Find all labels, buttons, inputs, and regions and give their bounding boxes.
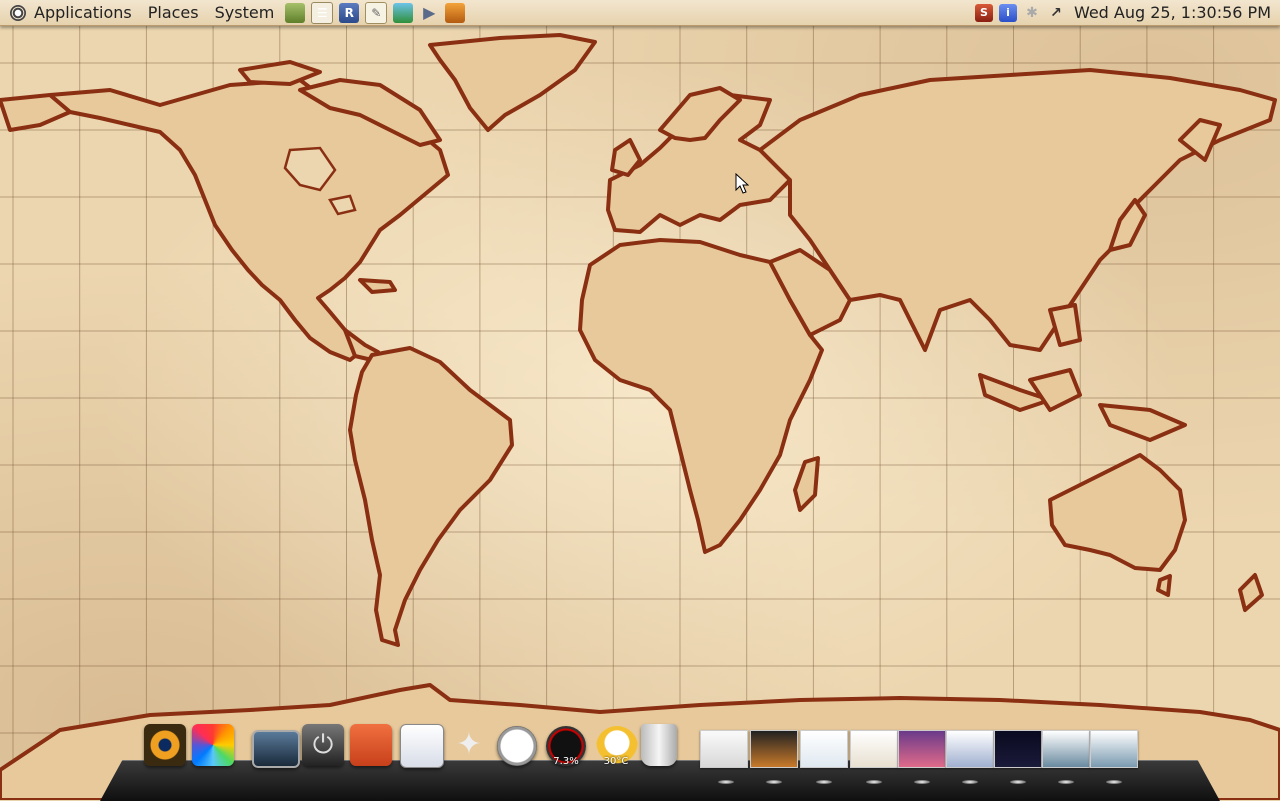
menu-system[interactable]: System (207, 0, 283, 25)
writer-icon[interactable] (400, 724, 444, 768)
info-icon[interactable]: i (998, 3, 1017, 22)
mail-crane-icon[interactable]: ✦ (448, 724, 490, 766)
desktop-icon[interactable] (252, 730, 300, 768)
notes-icon[interactable]: ☰ (311, 1, 334, 24)
camera-icon[interactable] (445, 2, 466, 23)
south-america (348, 346, 514, 647)
window-thumbnail[interactable] (946, 730, 994, 768)
window-thumbnail[interactable] (1042, 730, 1090, 768)
top-panel: Applications Places System ☰ R ✎ ▶ S i ✱… (0, 0, 1280, 26)
greenland (428, 33, 597, 132)
play-icon[interactable]: ▶ (419, 3, 439, 23)
r-icon[interactable]: R (339, 2, 360, 23)
finder-eye-icon[interactable] (144, 724, 186, 766)
text-editor-icon[interactable]: ✎ (365, 1, 388, 24)
new-zealand (1238, 573, 1264, 612)
trash-icon[interactable] (641, 724, 677, 766)
window-thumbnail[interactable] (994, 730, 1042, 768)
window-thumbnail[interactable] (750, 730, 798, 768)
madagascar (793, 456, 820, 512)
window-thumbnail[interactable] (800, 730, 848, 768)
weather-label: 30°C (603, 756, 629, 767)
network-icon[interactable] (393, 2, 414, 23)
book-icon[interactable] (285, 2, 306, 23)
desktop-wallpaper (0, 0, 1280, 800)
world-map (0, 33, 1280, 800)
window-thumbnail[interactable] (1090, 730, 1138, 768)
network-status-icon[interactable]: ↗ (1047, 4, 1065, 22)
mouse-cursor-icon (735, 173, 749, 194)
menu-places[interactable]: Places (140, 0, 207, 25)
flash-icon[interactable]: S (974, 3, 993, 22)
menu-applications[interactable]: Applications (26, 0, 140, 25)
window-thumbnail[interactable] (700, 730, 748, 768)
color-wheel-icon[interactable] (192, 724, 234, 766)
bluetooth-icon[interactable]: ✱ (1023, 4, 1041, 22)
cpu-label: 7.3% (553, 756, 579, 767)
ubuntu-logo-icon[interactable] (10, 4, 26, 21)
window-thumbnail[interactable] (898, 730, 946, 768)
panel-clock[interactable]: Wed Aug 25, 1:30:56 PM (1068, 3, 1280, 22)
window-thumbnail[interactable] (850, 730, 898, 768)
clock-icon[interactable] (497, 726, 537, 766)
ubuntu-icon[interactable] (350, 724, 392, 766)
australia (1048, 453, 1187, 572)
power-icon[interactable]: ⏻ (302, 724, 344, 766)
